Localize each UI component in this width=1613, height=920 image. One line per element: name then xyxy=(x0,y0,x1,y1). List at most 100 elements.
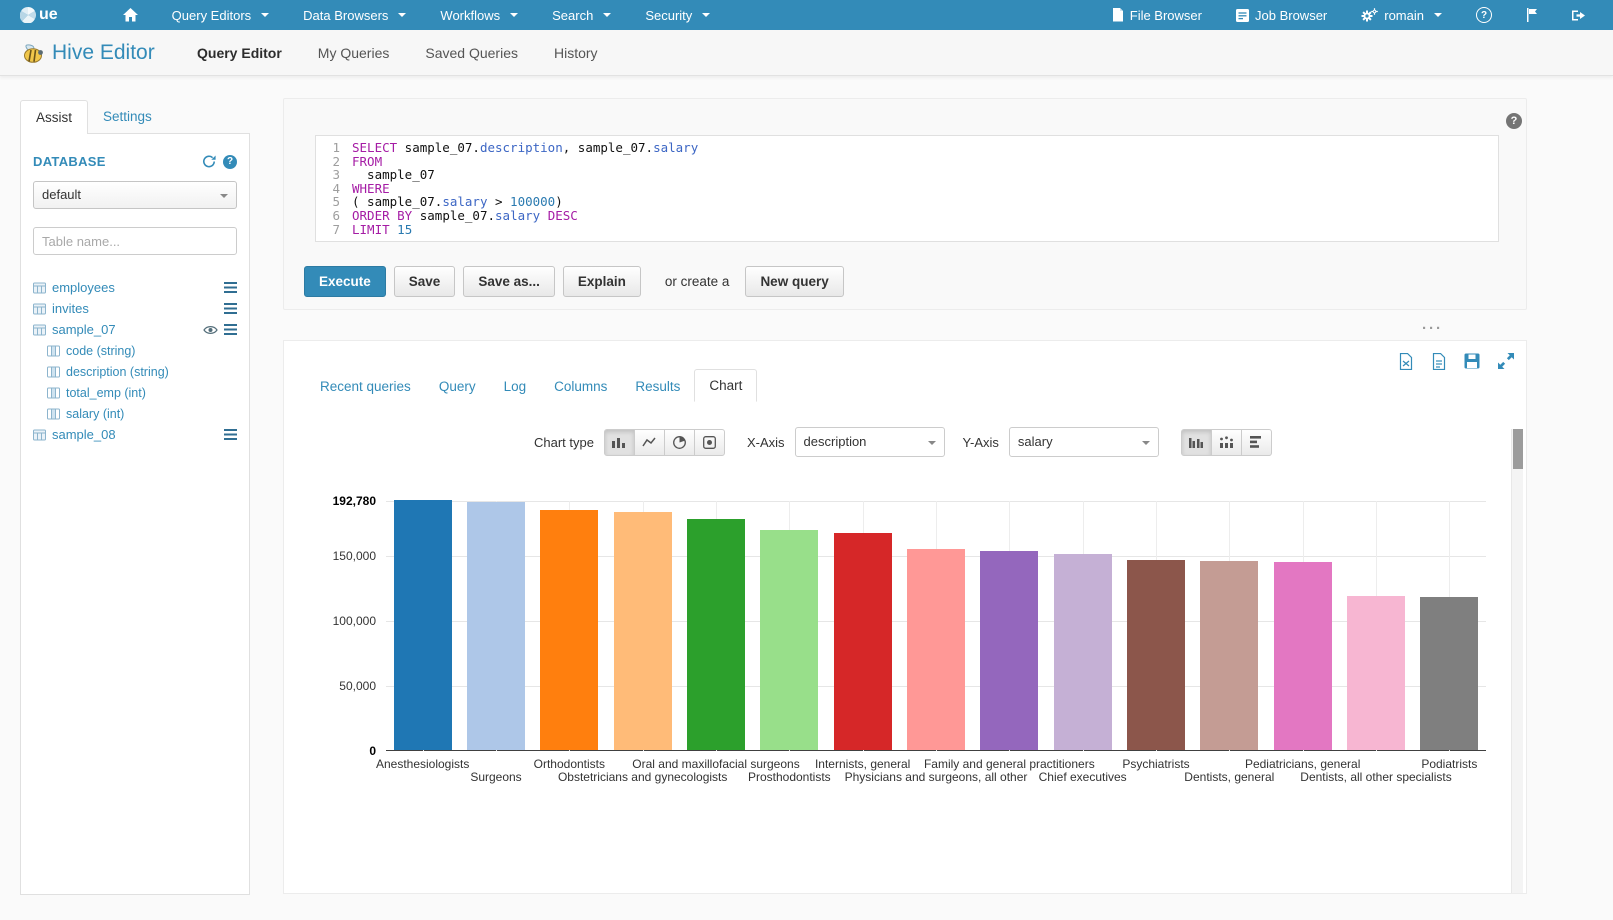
chart-bar[interactable] xyxy=(1274,562,1332,750)
nav-security[interactable]: Security xyxy=(628,0,727,30)
map-chart-button[interactable] xyxy=(694,429,725,456)
explain-button[interactable]: Explain xyxy=(563,266,641,297)
grouped-bars-button[interactable] xyxy=(1181,429,1212,456)
home-icon xyxy=(123,8,138,22)
table-row[interactable]: employees xyxy=(33,277,237,298)
column-row[interactable]: code (string) xyxy=(33,340,237,361)
tab-query[interactable]: Query xyxy=(425,371,490,402)
chart-bar[interactable] xyxy=(834,533,892,750)
save-as-button[interactable]: Save as... xyxy=(463,266,555,297)
table-row[interactable]: sample_07 xyxy=(33,319,237,340)
export-xls-button[interactable] xyxy=(1398,353,1413,370)
pie-chart-button[interactable] xyxy=(664,429,695,456)
user-menu[interactable]: romain xyxy=(1344,0,1459,30)
tab-recent-queries[interactable]: Recent queries xyxy=(306,371,425,402)
chart-bar[interactable] xyxy=(1420,597,1478,750)
job-browser-button[interactable]: Job Browser xyxy=(1219,0,1344,30)
assist-help-icon[interactable]: ? xyxy=(223,155,237,169)
x-axis-label: Orthodontists xyxy=(534,757,605,771)
editor-help-icon[interactable]: ? xyxy=(1506,113,1522,129)
table-menu-icon[interactable] xyxy=(224,303,237,314)
chart-bar[interactable] xyxy=(687,519,745,750)
help-icon: ? xyxy=(1476,7,1492,23)
save-results-button[interactable] xyxy=(1464,353,1480,370)
chart-bar[interactable] xyxy=(907,549,965,750)
line-chart-icon xyxy=(642,436,656,448)
chart-bar[interactable] xyxy=(760,530,818,750)
column-row[interactable]: salary (int) xyxy=(33,403,237,424)
save-button[interactable]: Save xyxy=(394,266,456,297)
code-line: sample_07 xyxy=(352,168,698,182)
scrollbar-thumb[interactable] xyxy=(1513,429,1523,469)
assist-panel: DATABASE ? default employeesinvitessampl… xyxy=(20,133,250,895)
nav-query-editors[interactable]: Query Editors xyxy=(155,0,286,30)
feedback-flag-button[interactable] xyxy=(1509,0,1555,30)
tab-chart[interactable]: Chart xyxy=(694,369,757,402)
chart-bar[interactable] xyxy=(980,551,1038,750)
table-menu-icon[interactable] xyxy=(224,429,237,440)
nav-search[interactable]: Search xyxy=(535,0,628,30)
fullscreen-button[interactable] xyxy=(1498,353,1514,370)
table-name: sample_08 xyxy=(52,427,116,442)
nav-label: Data Browsers xyxy=(303,8,388,23)
line-number: 4 xyxy=(316,182,340,196)
editor-resize-handle[interactable]: ··· xyxy=(1422,320,1443,337)
table-filter-input[interactable] xyxy=(33,227,237,255)
tab-saved-queries[interactable]: Saved Queries xyxy=(425,45,518,61)
gears-icon xyxy=(1361,8,1378,23)
x-axis-label: Surgeons xyxy=(470,770,521,784)
tab-columns[interactable]: Columns xyxy=(540,371,621,402)
tab-history[interactable]: History xyxy=(554,45,598,61)
dot-bars-button[interactable] xyxy=(1211,429,1242,456)
horizontal-bars-button[interactable] xyxy=(1241,429,1272,456)
column-icon xyxy=(47,345,60,357)
nav-workflows[interactable]: Workflows xyxy=(423,0,535,30)
chart-bar[interactable] xyxy=(1347,596,1405,750)
nav-label: Security xyxy=(645,8,692,23)
logout-button[interactable] xyxy=(1555,0,1603,30)
tab-query-editor[interactable]: Query Editor xyxy=(197,45,282,61)
table-menu-icon[interactable] xyxy=(224,324,237,335)
help-button[interactable]: ? xyxy=(1459,0,1509,30)
line-number: 3 xyxy=(316,168,340,182)
hue-logo[interactable]: ue xyxy=(10,6,68,24)
x-axis-selected-value: description xyxy=(804,434,867,449)
chart-bar[interactable] xyxy=(614,512,672,750)
tab-my-queries[interactable]: My Queries xyxy=(318,45,390,61)
refresh-icon[interactable] xyxy=(202,155,216,168)
database-select[interactable]: default xyxy=(33,181,237,209)
code-token: 15 xyxy=(397,222,412,237)
column-row[interactable]: description (string) xyxy=(33,361,237,382)
x-axis-select[interactable]: description xyxy=(795,427,945,457)
chart-bar[interactable] xyxy=(467,502,525,750)
export-csv-button[interactable] xyxy=(1431,353,1446,370)
tab-log[interactable]: Log xyxy=(490,371,541,402)
nav-data-browsers[interactable]: Data Browsers xyxy=(286,0,423,30)
file-browser-button[interactable]: File Browser xyxy=(1095,0,1219,30)
new-query-button[interactable]: New query xyxy=(745,266,843,297)
chart-bar[interactable] xyxy=(1054,554,1112,750)
column-row[interactable]: total_emp (int) xyxy=(33,382,237,403)
code-token: LIMIT xyxy=(352,222,390,237)
tab-assist[interactable]: Assist xyxy=(20,100,88,134)
bar-chart-button[interactable] xyxy=(604,429,635,456)
table-row[interactable]: invites xyxy=(33,298,237,319)
chart-bar[interactable] xyxy=(1200,561,1258,750)
line-chart-button[interactable] xyxy=(634,429,665,456)
y-tick-label: 50,000 xyxy=(339,679,376,693)
chart-bar[interactable] xyxy=(1127,560,1185,750)
chart-bar[interactable] xyxy=(394,500,452,750)
column-name: description (string) xyxy=(66,365,169,379)
sql-editor[interactable]: 1234567 SELECT sample_07.description, sa… xyxy=(315,135,1499,242)
tab-settings[interactable]: Settings xyxy=(88,100,167,133)
chart-bar[interactable] xyxy=(540,510,598,750)
tab-results[interactable]: Results xyxy=(621,371,694,402)
results-scrollbar[interactable] xyxy=(1511,429,1523,893)
table-menu-icon[interactable] xyxy=(224,282,237,293)
app-title[interactable]: Hive Editor xyxy=(20,41,197,65)
table-row[interactable]: sample_08 xyxy=(33,424,237,445)
y-axis-select[interactable]: salary xyxy=(1009,427,1159,457)
execute-button[interactable]: Execute xyxy=(304,266,386,297)
home-button[interactable] xyxy=(106,0,155,30)
eye-icon[interactable] xyxy=(203,325,218,335)
